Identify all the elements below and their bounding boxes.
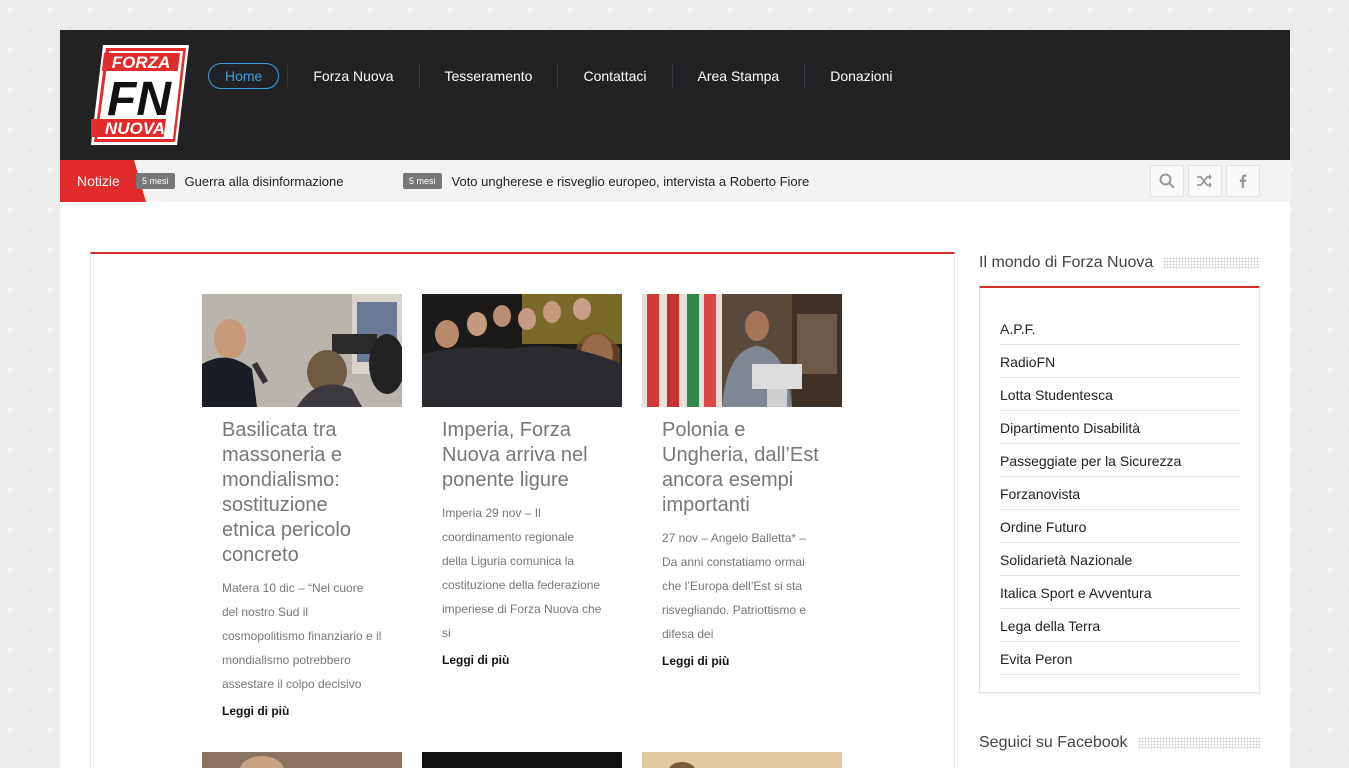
ticker-text: Voto ungherese e risveglio europeo, inte… (451, 173, 810, 189)
sidebar-link[interactable]: Evita Peron (1000, 642, 1240, 675)
title-decoration (1163, 257, 1260, 269)
search-icon[interactable] (1150, 165, 1184, 197)
read-more-link[interactable]: Leggi di più (222, 704, 382, 718)
site-logo[interactable]: FORZA FN NUOVA (83, 45, 189, 145)
read-more-link[interactable]: Leggi di più (442, 653, 602, 667)
ticker-text: Guerra alla disinformazione (184, 173, 344, 189)
nav-donazioni[interactable]: Donazioni (805, 63, 917, 89)
ticker-icons (1150, 165, 1260, 197)
sidebar-link[interactable]: Solidarietà Nazionale (1000, 543, 1240, 576)
article-image-next[interactable] (422, 752, 622, 768)
nav-tesseramento[interactable]: Tesseramento (420, 63, 559, 89)
read-more-link[interactable]: Leggi di più (662, 654, 822, 668)
sidebar-title: Il mondo di Forza Nuova (979, 254, 1260, 272)
logo-text-top: FORZA (112, 53, 171, 72)
sidebar-link[interactable]: Lotta Studentesca (1000, 378, 1240, 411)
title-decoration (1137, 737, 1260, 749)
sidebar-link[interactable]: A.P.F. (1000, 312, 1240, 345)
sidebar-link[interactable]: Lega della Terra (1000, 609, 1240, 642)
sidebar-link[interactable]: Italica Sport e Avventura (1000, 576, 1240, 609)
nav-contattaci[interactable]: Contattaci (558, 63, 673, 89)
ticker-label: Notizie (60, 160, 146, 202)
ticker-item[interactable]: 5 mesi Guerra alla disinformazione (136, 160, 343, 202)
nav-area-stampa[interactable]: Area Stampa (673, 63, 806, 89)
sidebar-title-text: Il mondo di Forza Nuova (979, 254, 1154, 271)
facebook-widget-title: Seguici su Facebook (979, 734, 1260, 752)
article-title[interactable]: Imperia, Forza Nuova arriva nel ponente … (442, 418, 602, 493)
ticker-badge: 5 mesi (136, 173, 175, 189)
facebook-icon[interactable] (1226, 165, 1260, 197)
ticker-item[interactable]: 5 mesi Voto ungherese e risveglio europe… (403, 160, 809, 202)
sidebar-link[interactable]: Ordine Futuro (1000, 510, 1240, 543)
article-card: Imperia, Forza Nuova arriva nel ponente … (422, 294, 622, 667)
article-image[interactable] (422, 294, 622, 407)
nav-forza-nuova[interactable]: Forza Nuova (288, 63, 420, 89)
main-nav: Home Forza Nuova Tesseramento Contattaci… (208, 63, 917, 89)
sidebar-link[interactable]: RadioFN (1000, 345, 1240, 378)
article-excerpt: Imperia 29 nov – Il coordinamento region… (442, 506, 602, 640)
sidebar-link[interactable]: Passeggiate per la Sicurezza (1000, 444, 1240, 477)
article-excerpt: Matera 10 dic – “Nel cuore del nostro Su… (222, 581, 382, 691)
site-header: FORZA FN NUOVA Home Forza Nuova Tesseram… (60, 30, 1290, 160)
logo-text-bottom: NUOVA (105, 119, 165, 138)
nav-home[interactable]: Home (208, 63, 280, 89)
article-card: Basilicata tra massoneria e mondialismo:… (202, 294, 402, 718)
articles-section: Basilicata tra massoneria e mondialismo:… (90, 252, 955, 768)
article-card: Polonia e Ungheria, dall’Est ancora esem… (642, 294, 842, 668)
article-image[interactable] (642, 294, 842, 407)
news-ticker: Notizie 5 mesi Guerra alla disinformazio… (60, 160, 1290, 202)
sidebar-links-box: A.P.F. RadioFN Lotta Studentesca Diparti… (979, 286, 1260, 693)
article-title[interactable]: Polonia e Ungheria, dall’Est ancora esem… (662, 418, 822, 518)
sidebar-link[interactable]: Forzanovista (1000, 477, 1240, 510)
sidebar-links: A.P.F. RadioFN Lotta Studentesca Diparti… (1000, 312, 1240, 675)
article-title[interactable]: Basilicata tra massoneria e mondialismo:… (222, 418, 382, 568)
ticker-badge: 5 mesi (403, 173, 442, 189)
article-excerpt: 27 nov – Angelo Balletta* – Da anni cons… (662, 531, 807, 641)
facebook-title-text: Seguici su Facebook (979, 734, 1128, 751)
article-image[interactable] (202, 294, 402, 407)
page-wrapper: FORZA FN NUOVA Home Forza Nuova Tesseram… (60, 30, 1290, 768)
shuffle-icon[interactable] (1188, 165, 1222, 197)
article-image-next[interactable] (642, 752, 842, 768)
sidebar-link[interactable]: Dipartimento Disabilità (1000, 411, 1240, 444)
article-image-next[interactable] (202, 752, 402, 768)
